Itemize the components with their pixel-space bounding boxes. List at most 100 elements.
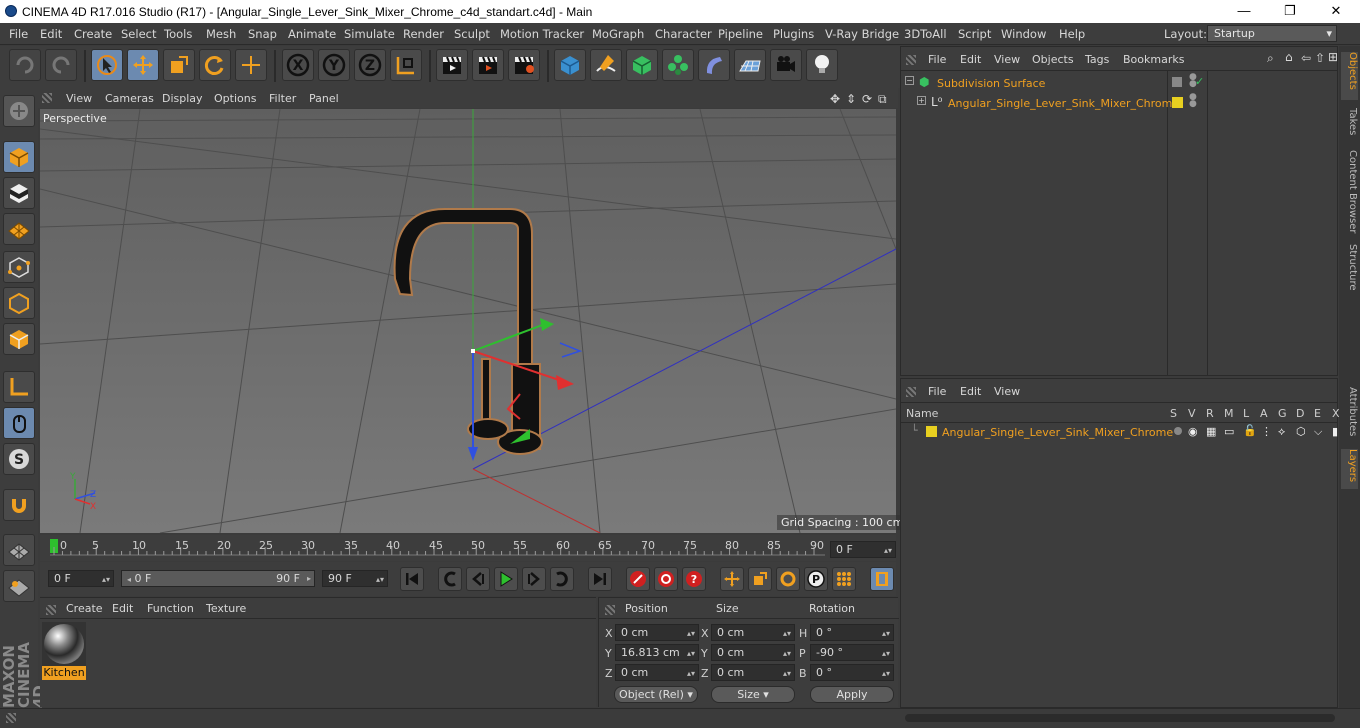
layer-row[interactable]: └ Angular_Single_Lever_Sink_Mixer_Chrome… (901, 423, 1338, 441)
key-scale-button[interactable] (748, 567, 772, 591)
visibility-dots-icon[interactable]: ● ● (1189, 93, 1197, 109)
next-key-button[interactable] (550, 567, 574, 591)
generator-icon[interactable]: ⟡ (1278, 425, 1285, 439)
layer-col-deformers[interactable]: D (1296, 407, 1304, 420)
viewport-menu-view[interactable]: View (66, 92, 92, 105)
key-rotation-button[interactable] (776, 567, 800, 591)
layout-select[interactable]: Startup ▾ (1207, 25, 1337, 42)
menu-tools[interactable]: Tools (164, 27, 192, 41)
pos-x-field[interactable]: 0 cm ▴▾ (615, 624, 699, 641)
manager-icon[interactable]: ▭ (1224, 425, 1234, 438)
expand-icon[interactable]: + (917, 96, 926, 105)
menu-sculpt[interactable]: Sculpt (454, 27, 490, 41)
tab-attributes[interactable]: Attributes (1341, 387, 1358, 441)
render-settings-button[interactable] (508, 49, 540, 81)
layer-menu-file[interactable]: File (928, 385, 946, 398)
object-menu-file[interactable]: File (928, 53, 946, 66)
render-clapper-icon[interactable]: ▦ (1206, 425, 1216, 438)
menu-character[interactable]: Character (655, 27, 712, 41)
layer-col-manager[interactable]: M (1224, 407, 1234, 420)
menu-file[interactable]: File (9, 27, 28, 41)
model-mode-button[interactable] (3, 141, 35, 173)
object-row-subdivision[interactable]: − ⬢ Subdivision Surface ● ● ✓ (901, 73, 1337, 92)
layer-col-locked[interactable]: L (1243, 407, 1249, 420)
object-menu-objects[interactable]: Objects (1032, 53, 1074, 66)
menu-animate[interactable]: Animate (288, 27, 336, 41)
lock-icon[interactable]: 🔓 (1243, 424, 1257, 437)
menu-pipeline[interactable]: Pipeline (718, 27, 763, 41)
rot-b-field[interactable]: 0 ° ▴▾ (810, 664, 894, 681)
snapping-button[interactable]: S (3, 443, 35, 475)
workplane-lock-button[interactable] (3, 534, 35, 566)
object-menu-tags[interactable]: Tags (1085, 53, 1109, 66)
menu-window[interactable]: Window (1001, 27, 1046, 41)
rot-h-field[interactable]: 0 ° ▴▾ (810, 624, 894, 641)
pen-spline-button[interactable] (590, 49, 622, 81)
close-button[interactable]: ✕ (1313, 0, 1359, 23)
size-x-field[interactable]: 0 cm ▴▾ (711, 624, 795, 641)
menu-select[interactable]: Select (121, 27, 156, 41)
record-active-objects-button[interactable] (626, 567, 650, 591)
viewport-menu-filter[interactable]: Filter (269, 92, 296, 105)
light-button[interactable] (806, 49, 838, 81)
menu-mesh[interactable]: Mesh (206, 27, 236, 41)
rotate-tool-button[interactable] (199, 49, 231, 81)
deformer-button[interactable] (698, 49, 730, 81)
solo-toggle-icon[interactable] (1174, 427, 1182, 435)
go-to-start-button[interactable] (400, 567, 424, 591)
object-menu-edit[interactable]: Edit (960, 53, 981, 66)
pos-z-field[interactable]: 0 cm ▴▾ (615, 664, 699, 681)
texture-mode-button[interactable] (3, 177, 35, 209)
menu-motion-tracker[interactable]: Motion Tracker (500, 27, 584, 41)
timeline-ruler[interactable]: 0 5 10 15 20 25 30 35 40 45 50 55 60 65 … (40, 535, 896, 561)
new-view-icon[interactable]: ⊞ (1328, 50, 1338, 64)
maximize-button[interactable]: ❐ (1267, 0, 1313, 23)
previous-frame-button[interactable] (466, 567, 490, 591)
layer-col-solo[interactable]: S (1170, 407, 1177, 420)
object-menu-bookmarks[interactable]: Bookmarks (1123, 53, 1184, 66)
material-menu-create[interactable]: Create (66, 602, 103, 615)
points-mode-button[interactable] (3, 251, 35, 283)
key-pla-button[interactable] (832, 567, 856, 591)
menu-plugins[interactable]: Plugins (773, 27, 814, 41)
animation-icon[interactable]: ⋮ (1261, 425, 1272, 438)
camera-button[interactable] (770, 49, 802, 81)
frame-range-slider[interactable]: ◂ 0 F 90 F ▸ (121, 570, 315, 587)
undo-button[interactable] (9, 49, 41, 81)
next-frame-button[interactable] (522, 567, 546, 591)
live-selection-button[interactable] (91, 49, 123, 81)
pos-y-field[interactable]: 16.813 cm ▴▾ (615, 644, 699, 661)
tab-layers[interactable]: Layers (1341, 449, 1358, 489)
move-tool-button[interactable] (127, 49, 159, 81)
layer-color-icon[interactable] (926, 426, 937, 437)
timeline-window-button[interactable] (870, 567, 894, 591)
eye-icon[interactable]: ◉ (1188, 425, 1198, 438)
y-axis-lock-button[interactable]: Y (318, 49, 350, 81)
size-z-field[interactable]: 0 cm ▴▾ (711, 664, 795, 681)
enabled-check-icon[interactable]: ✓ (1195, 75, 1204, 88)
viewport-menu-cameras[interactable]: Cameras (105, 92, 154, 105)
home-icon[interactable]: ⌂ (1285, 50, 1293, 64)
autokeying-button[interactable] (654, 567, 678, 591)
start-frame-field[interactable]: 0 F ▴▾ (48, 570, 114, 587)
current-frame-field[interactable]: 0 F ▴▾ (830, 541, 896, 558)
menu-vray-bridge[interactable]: V-Ray Bridge (825, 27, 899, 41)
menu-script[interactable]: Script (958, 27, 991, 41)
rot-p-field[interactable]: -90 ° ▴▾ (810, 644, 894, 661)
size-y-field[interactable]: 0 cm ▴▾ (711, 644, 795, 661)
deformer-icon[interactable]: ⬡ (1296, 425, 1306, 438)
search-icon[interactable]: ⌕ (1267, 51, 1274, 66)
xref-icon[interactable]: ▮ (1332, 425, 1338, 438)
material-menu-function[interactable]: Function (147, 602, 194, 615)
cube-primitive-button[interactable] (554, 49, 586, 81)
object-row-faucet[interactable]: + L⁰ Angular_Single_Lever_Sink_Mixer_Chr… (901, 93, 1337, 112)
end-frame-field[interactable]: 90 F ▴▾ (322, 570, 388, 587)
render-picture-viewer-button[interactable] (472, 49, 504, 81)
tab-structure[interactable]: Structure (1341, 244, 1358, 296)
collapse-icon[interactable]: − (905, 76, 914, 85)
layer-col-view[interactable]: V (1188, 407, 1196, 420)
scale-tool-button[interactable] (163, 49, 195, 81)
cloner-button[interactable] (662, 49, 694, 81)
subdivision-surface-button[interactable] (626, 49, 658, 81)
viewport-menu-display[interactable]: Display (162, 92, 203, 105)
